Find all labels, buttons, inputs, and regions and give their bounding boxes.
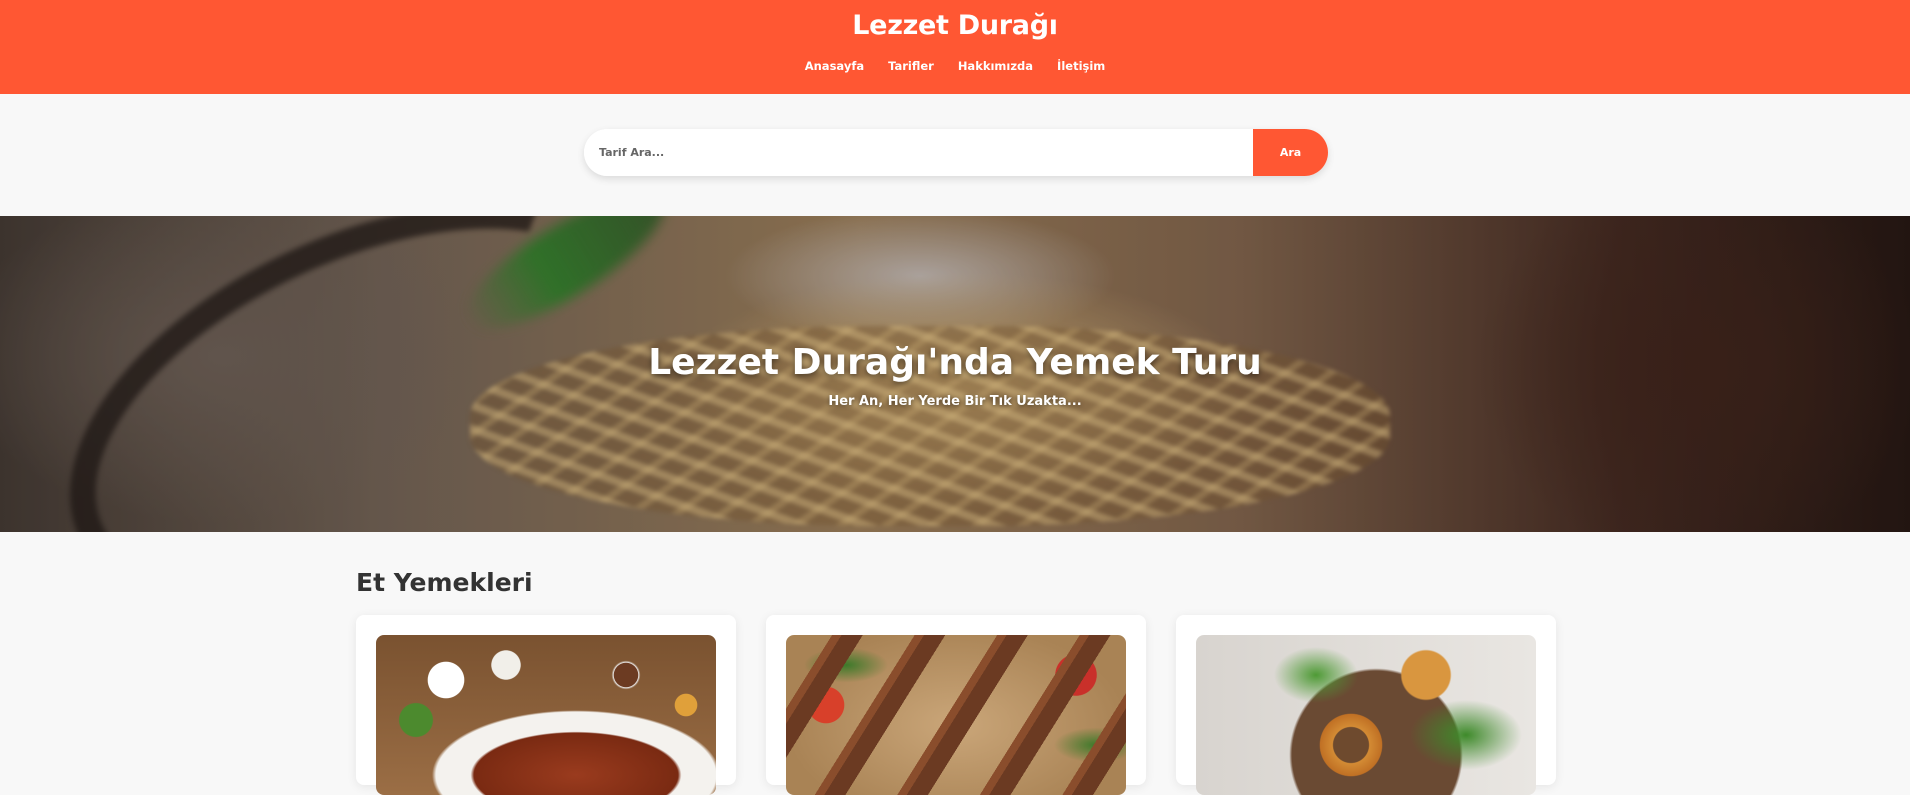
nav-link-recipes[interactable]: Tarifler: [888, 59, 934, 73]
nav-link-home[interactable]: Anasayfa: [805, 59, 864, 73]
recipe-image[interactable]: [786, 635, 1126, 795]
hero-title: Lezzet Durağı'nda Yemek Turu: [648, 342, 1262, 383]
section-title: Et Yemekleri: [356, 568, 533, 597]
search-bar: Ara: [584, 129, 1328, 176]
nav-link-contact[interactable]: İletişim: [1057, 59, 1105, 73]
recipe-card[interactable]: [766, 615, 1146, 795]
search-button[interactable]: Ara: [1253, 129, 1328, 176]
main-nav: Anasayfa Tarifler Hakkımızda İletişim: [0, 59, 1910, 73]
recipe-card[interactable]: [356, 615, 736, 795]
recipe-image[interactable]: [376, 635, 716, 795]
hero-banner: Lezzet Durağı'nda Yemek Turu Her An, Her…: [0, 216, 1910, 532]
site-title[interactable]: Lezzet Durağı: [0, 10, 1910, 41]
recipe-image[interactable]: [1196, 635, 1536, 795]
hero-subtitle: Her An, Her Yerde Bir Tık Uzakta...: [828, 394, 1082, 409]
site-header: Lezzet Durağı Anasayfa Tarifler Hakkımız…: [0, 0, 1910, 94]
recipe-card[interactable]: [1176, 615, 1556, 795]
nav-link-about[interactable]: Hakkımızda: [958, 59, 1033, 73]
search-input[interactable]: [584, 129, 1253, 176]
